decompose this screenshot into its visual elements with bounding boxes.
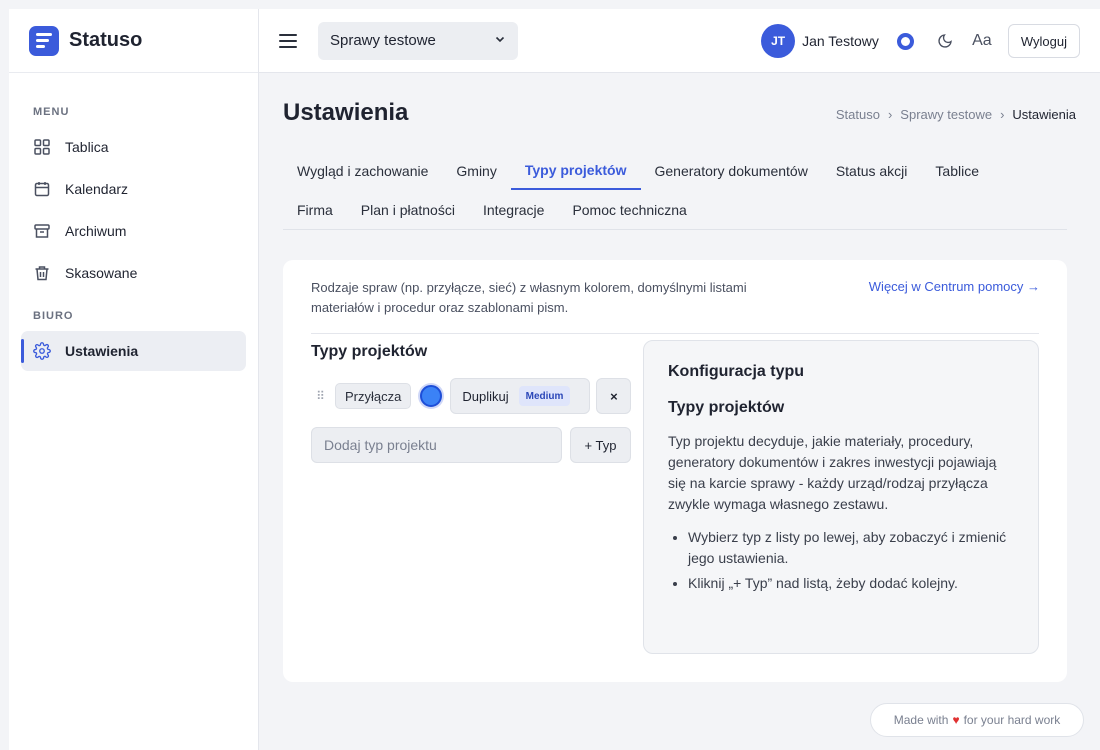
tab-plan[interactable]: Plan i płatności	[347, 190, 469, 229]
sidebar-item-label: Tablica	[65, 139, 109, 155]
footer-text: Made with	[893, 713, 949, 727]
avatar[interactable]: JT	[761, 24, 796, 58]
hamburger-menu-icon[interactable]	[279, 33, 297, 48]
case-group-select-value: Sprawy testowe	[330, 32, 436, 49]
main-content: Ustawienia Statuso › Sprawy testowe › Us…	[259, 73, 1100, 750]
config-tip: Kliknij „+ Typ” nad listą, żeby dodać ko…	[688, 573, 1014, 594]
status-indicator-icon[interactable]	[896, 32, 914, 50]
grid-icon	[33, 138, 51, 156]
drag-handle-icon[interactable]: ⠿	[311, 387, 329, 405]
moon-icon[interactable]	[934, 30, 956, 52]
logout-button[interactable]: Wyloguj	[1007, 24, 1080, 58]
tab-gminy[interactable]: Gminy	[442, 151, 510, 190]
menu-list: Tablica Kalendarz Archiwum Skasowane	[9, 127, 258, 293]
biuro-list: Ustawienia	[9, 331, 258, 371]
footer-text: for your hard work	[963, 713, 1061, 727]
settings-card: Rodzaje spraw (np. przyłącze, sieć) z wł…	[283, 260, 1067, 682]
settings-tabs: Wygląd i zachowanie Gminy Typy projektów…	[283, 151, 1067, 230]
breadcrumb-item-sprawy[interactable]: Sprawy testowe	[900, 107, 992, 122]
breadcrumb-separator: ›	[1000, 107, 1005, 122]
sidebar-item-kalendarz[interactable]: Kalendarz	[21, 169, 246, 209]
section-intro: Rodzaje spraw (np. przyłącze, sieć) z wł…	[311, 280, 747, 315]
sidebar-item-ustawienia[interactable]: Ustawienia	[21, 331, 246, 371]
tab-generatory[interactable]: Generatory dokumentów	[641, 151, 822, 190]
sidebar-item-label: Ustawienia	[65, 343, 139, 359]
app-root: Statuso MENU Tablica Kalendarz Archiwum	[9, 9, 1100, 750]
breadcrumb: Statuso › Sprawy testowe › Ustawienia	[836, 107, 1076, 122]
sidebar-item-tablica[interactable]: Tablica	[21, 127, 246, 167]
sidebar: Statuso MENU Tablica Kalendarz Archiwum	[9, 9, 259, 750]
header-actions: JT Jan Testowy Aa Wyloguj	[761, 9, 1080, 73]
tab-tablice[interactable]: Tablice	[921, 151, 993, 190]
page-title: Ustawienia	[283, 99, 409, 126]
archive-icon	[33, 222, 51, 240]
tab-pomoc[interactable]: Pomoc techniczna	[558, 190, 700, 229]
duplicate-button[interactable]: Duplikuj Medium	[450, 378, 591, 414]
made-with-love-badge: Made with ♥ for your hard work	[870, 703, 1084, 737]
menu-section-label: MENU	[33, 106, 70, 118]
biuro-section-label: BIURO	[33, 310, 74, 322]
sidebar-item-label: Archiwum	[65, 223, 127, 239]
top-header: Sprawy testowe JT Jan Testowy Aa Wyloguj	[259, 9, 1100, 73]
chevron-down-icon	[494, 32, 506, 49]
project-type-row: ⠿ Przyłącza Duplikuj Medium ×	[311, 378, 632, 414]
remove-type-button[interactable]: ×	[596, 378, 632, 414]
config-subtitle: Typy projektów	[668, 399, 785, 416]
brand-name: Statuso	[69, 29, 143, 51]
gear-icon	[33, 342, 51, 360]
priority-badge: Medium	[518, 386, 571, 406]
project-types-title: Typy projektów	[311, 343, 428, 360]
tab-firma[interactable]: Firma	[283, 190, 347, 229]
sidebar-item-archiwum[interactable]: Archiwum	[21, 211, 246, 251]
tab-status-akcji[interactable]: Status akcji	[822, 151, 922, 190]
case-group-select[interactable]: Sprawy testowe	[318, 21, 518, 60]
trash-icon	[33, 264, 51, 282]
breadcrumb-separator: ›	[887, 107, 893, 122]
duplicate-label: Duplikuj	[462, 388, 509, 404]
breadcrumb-item-current: Ustawienia	[1012, 107, 1076, 122]
add-type-button[interactable]: + Typ	[570, 427, 631, 463]
add-type-row: + Typ	[311, 427, 631, 463]
user-name[interactable]: Jan Testowy	[802, 33, 879, 49]
heart-icon: ♥	[952, 713, 960, 727]
divider	[311, 333, 1039, 334]
font-size-toggle[interactable]: Aa	[970, 32, 994, 50]
breadcrumb-item-statuso[interactable]: Statuso	[836, 107, 880, 122]
add-type-input[interactable]	[311, 427, 562, 463]
project-type-name[interactable]: Przyłącza	[335, 383, 412, 409]
sidebar-item-skasowane[interactable]: Skasowane	[21, 253, 246, 293]
config-description: Typ projektu decyduje, jakie materiały, …	[668, 433, 997, 512]
help-center-link[interactable]: Więcej w Centrum pomocy →	[869, 279, 1040, 294]
type-config-panel: Konfiguracja typu Typy projektów Typ pro…	[643, 340, 1039, 654]
tab-row: Wygląd i zachowanie Gminy Typy projektów…	[283, 151, 1067, 190]
color-swatch[interactable]	[420, 385, 443, 407]
config-tips: Wybierz typ z listy po lewej, aby zobacz…	[668, 527, 1014, 594]
brand[interactable]: Statuso	[9, 9, 258, 73]
tab-wyglad[interactable]: Wygląd i zachowanie	[283, 151, 442, 190]
config-tip: Wybierz typ z listy po lewej, aby zobacz…	[688, 527, 1014, 569]
config-title: Konfiguracja typu	[668, 363, 805, 380]
sidebar-item-label: Skasowane	[65, 265, 138, 281]
tab-typy-projektow[interactable]: Typy projektów	[510, 151, 641, 190]
brand-logo-icon	[29, 25, 59, 56]
tab-integracje[interactable]: Integracje	[469, 190, 558, 229]
tab-row: Firma Plan i płatności Integracje Pomoc …	[283, 190, 1067, 229]
sidebar-item-label: Kalendarz	[65, 181, 129, 197]
calendar-icon	[33, 180, 51, 198]
